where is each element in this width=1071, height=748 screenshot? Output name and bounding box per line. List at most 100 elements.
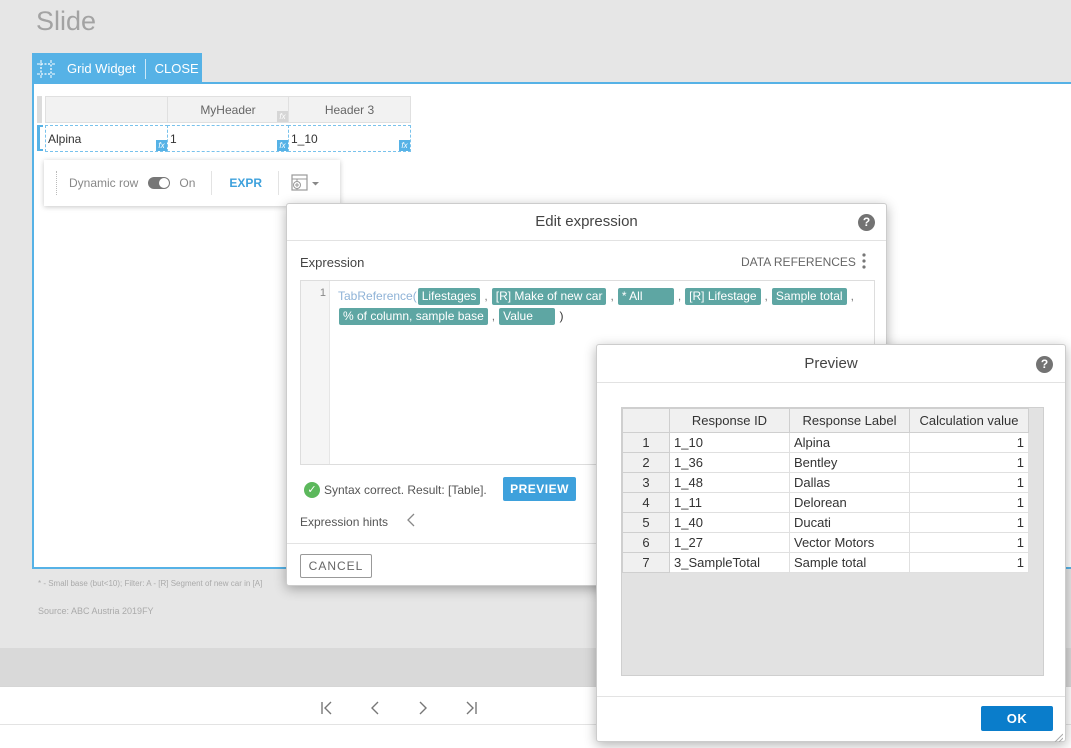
row-number: 4 [622, 492, 670, 513]
preview-button[interactable]: PREVIEW [503, 477, 576, 501]
row-number: 6 [622, 532, 670, 553]
reference-chip[interactable]: Lifestages [417, 288, 481, 305]
reference-chip[interactable]: Sample total [771, 288, 847, 305]
table-row: 6 1_27 Vector Motors 1 [622, 532, 1029, 553]
response-label-cell: Ducati [789, 512, 910, 533]
response-label-cell: Vector Motors [789, 532, 910, 553]
chevron-down-icon [312, 181, 320, 185]
close-paren: ) [559, 309, 564, 323]
reference-chip[interactable]: [R] Lifestage [685, 288, 761, 305]
expr-button[interactable]: EXPR [229, 176, 262, 190]
response-id-cell: 1_40 [669, 512, 790, 533]
toggle-state-label: On [179, 176, 196, 190]
table-row: 7 3_SampleTotal Sample total 1 [622, 552, 1029, 573]
syntax-status: ✓ Syntax correct. Result: [Table]. [304, 482, 487, 498]
footnote-source: Source: ABC Austria 2019FY [38, 606, 154, 616]
dialog-footer-divider [597, 696, 1065, 697]
calculation-value-cell: 1 [909, 512, 1029, 533]
ok-button[interactable]: OK [981, 706, 1053, 731]
response-id-cell: 1_11 [669, 492, 790, 513]
cancel-button[interactable]: CANCEL [300, 554, 372, 578]
next-slide-icon[interactable] [410, 695, 436, 721]
row-number: 1 [622, 432, 670, 453]
table-row: 5 1_40 Ducati 1 [622, 512, 1029, 533]
column-header[interactable]: Response Label [789, 408, 910, 433]
widget-type-label: Grid Widget [67, 61, 136, 76]
fx-icon[interactable]: fx [156, 140, 167, 151]
resize-handle-icon[interactable] [1053, 729, 1064, 743]
drag-handle[interactable] [56, 171, 57, 195]
reference-chip[interactable]: Value [499, 308, 556, 325]
column-header[interactable]: Response ID [669, 408, 790, 433]
calculation-value-cell: 1 [909, 432, 1029, 453]
header-row-handle[interactable] [37, 96, 42, 123]
dialog-title: Edit expression [287, 204, 886, 241]
preview-grid: Response ID Response Label Calculation v… [621, 407, 1044, 676]
calculation-value-cell: 1 [909, 472, 1029, 493]
fx-icon[interactable]: fx [277, 111, 288, 122]
chevron-left-icon[interactable] [407, 513, 415, 530]
footnote-base: * - Small base (but<10); Filter: A - [R]… [38, 579, 263, 588]
data-references-button[interactable]: DATA REFERENCES [741, 255, 856, 269]
function-name: TabReference( [338, 289, 417, 303]
calculation-value-cell: 1 [909, 552, 1029, 573]
calculation-value-cell: 1 [909, 532, 1029, 553]
row-number: 2 [622, 452, 670, 473]
widget-toolbar: Grid Widget CLOSE [32, 53, 202, 84]
reference-chip[interactable]: * All [617, 288, 674, 305]
preview-dialog: Preview ? Response ID Response Label Cal… [596, 344, 1066, 743]
insert-table-icon[interactable] [291, 174, 320, 192]
dynamic-row-toggle[interactable] [148, 177, 171, 189]
table-row: 4 1_11 Delorean 1 [622, 492, 1029, 513]
preview-table: Response ID Response Label Calculation v… [622, 408, 1029, 573]
response-id-cell: 1_48 [669, 472, 790, 493]
header-cell-0[interactable] [45, 96, 168, 123]
calculation-value-cell: 1 [909, 492, 1029, 513]
toolbar-divider [144, 58, 146, 79]
row-cell-myheader[interactable]: 1 fx [167, 125, 289, 152]
check-circle-icon: ✓ [304, 482, 320, 498]
last-slide-icon[interactable] [458, 695, 484, 721]
close-widget-button[interactable]: CLOSE [155, 61, 199, 76]
response-id-cell: 1_10 [669, 432, 790, 453]
row-context-menu: Dynamic row On EXPR [44, 160, 340, 206]
fx-icon[interactable]: fx [277, 140, 288, 151]
syntax-status-text: Syntax correct. Result: [Table]. [324, 483, 487, 497]
reference-chip[interactable]: % of column, sample base [339, 308, 488, 325]
response-label-cell: Delorean [789, 492, 910, 513]
response-id-cell: 3_SampleTotal [669, 552, 790, 573]
row-number-header [622, 408, 670, 433]
row-cell-label[interactable]: Alpina fx [45, 125, 168, 152]
response-label-cell: Dallas [789, 472, 910, 493]
expression-hints-toggle[interactable]: Expression hints [300, 515, 388, 529]
table-header-row: Response ID Response Label Calculation v… [622, 408, 1029, 433]
reference-chip[interactable]: [R] Make of new car [491, 288, 607, 305]
menu-divider [278, 171, 280, 195]
column-header[interactable]: Calculation value [909, 408, 1029, 433]
fx-icon[interactable]: fx [399, 140, 410, 151]
slide-title: Slide [36, 6, 97, 36]
previous-slide-icon[interactable] [362, 695, 388, 721]
row-number: 3 [622, 472, 670, 493]
expression-label: Expression [300, 255, 365, 270]
row-number: 7 [622, 552, 670, 573]
row-cell-header3[interactable]: 1_10 fx [288, 125, 411, 152]
response-label-cell: Sample total [789, 552, 910, 573]
header-cell-myheader[interactable]: MyHeader fx [167, 96, 289, 123]
dialog-title: Preview [597, 345, 1065, 383]
header-cell-header3[interactable]: Header 3 [288, 96, 411, 123]
help-icon[interactable]: ? [858, 214, 875, 231]
help-icon[interactable]: ? [1036, 356, 1053, 373]
response-id-cell: 1_27 [669, 532, 790, 553]
table-row: 2 1_36 Bentley 1 [622, 452, 1029, 473]
row-number: 5 [622, 512, 670, 533]
more-options-icon[interactable] [861, 253, 867, 269]
response-id-cell: 1_36 [669, 452, 790, 473]
row-selection-bracket[interactable] [37, 125, 43, 151]
line-gutter: 1 [301, 281, 330, 464]
response-label-cell: Bentley [789, 452, 910, 473]
first-slide-icon[interactable] [314, 695, 340, 721]
menu-divider [211, 171, 213, 195]
expression-code[interactable]: TabReference(Lifestages, [R] Make of new … [338, 286, 858, 326]
calculation-value-cell: 1 [909, 452, 1029, 473]
